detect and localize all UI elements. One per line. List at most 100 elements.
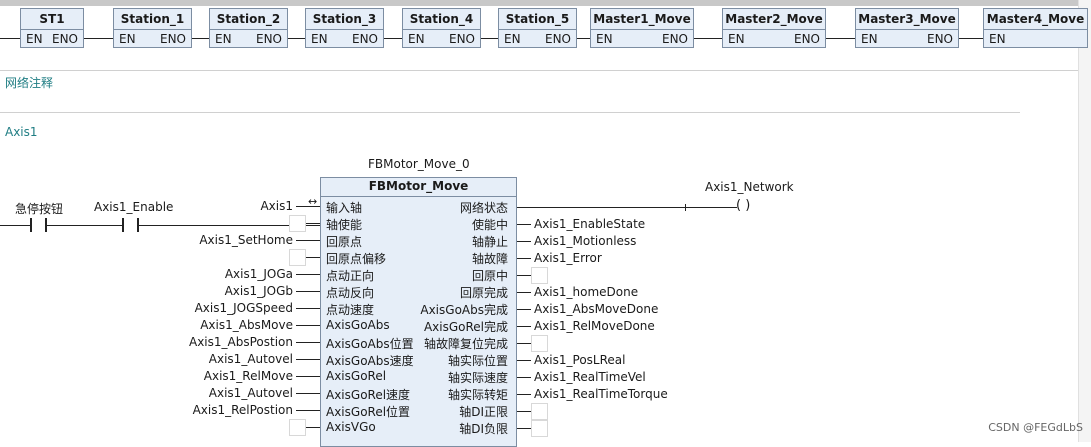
top-block-title: ST1 — [39, 12, 65, 26]
fb-input-variable[interactable]: Axis1_AbsPostion — [189, 335, 293, 349]
top-block-5[interactable]: Station_5 EN ENO — [498, 8, 577, 48]
fb-input-variable[interactable]: Axis1_RelMove — [204, 369, 293, 383]
network-divider — [0, 70, 1078, 71]
top-block-separator — [210, 29, 287, 30]
network-status-wire — [517, 207, 737, 208]
eno-pin: ENO — [448, 32, 475, 46]
fb-input-pin: 轴使能 — [326, 218, 363, 232]
top-block-separator — [21, 29, 83, 30]
eno-pin: ENO — [255, 32, 282, 46]
fb-output-pin: 回原完成 — [459, 286, 508, 300]
fb-output-variable[interactable]: Axis1_Error — [534, 251, 602, 265]
fb-input-variable[interactable]: Axis1_JOGa — [225, 267, 293, 281]
fb-output-variable[interactable]: Axis1_RelMoveDone — [534, 319, 655, 333]
top-scroll-edge — [0, 0, 1091, 6]
eno-pin: ENO — [544, 32, 571, 46]
empty-input-slot[interactable] — [289, 249, 306, 266]
fb-input-pin: 回原点偏移 — [326, 252, 387, 266]
top-block-2[interactable]: Station_2 EN ENO — [209, 8, 288, 48]
vertical-scrollbar[interactable] — [1078, 0, 1091, 442]
en-pin: EN — [861, 32, 878, 46]
fb-input-pin: AxisGoRel速度 — [326, 388, 411, 402]
top-block-separator — [856, 29, 958, 30]
top-block-7[interactable]: Master2_Move EN ENO — [722, 8, 826, 48]
empty-output-slot[interactable] — [531, 335, 548, 352]
network-coil[interactable]: ( ) — [736, 198, 750, 213]
fb-input-variable[interactable]: Axis1_Autovel — [209, 386, 293, 400]
fb-input-wire — [296, 393, 320, 394]
fb-output-wire — [517, 292, 531, 293]
empty-input-slot[interactable] — [289, 215, 306, 232]
fb-input-pin: 点动正向 — [326, 269, 375, 283]
top-block-4[interactable]: Station_4 EN ENO — [402, 8, 481, 48]
fb-input-variable[interactable]: Axis1_JOGSpeed — [195, 301, 293, 315]
fb-output-variable[interactable]: Axis1_RealTimeTorque — [534, 387, 668, 401]
fb-input-variable[interactable]: Axis1_SetHome — [199, 233, 293, 247]
fb-input-pin: AxisVGo — [326, 420, 376, 434]
empty-output-slot[interactable] — [531, 420, 548, 437]
fb-output-variable[interactable]: Axis1_AbsMoveDone — [534, 302, 658, 316]
network-title[interactable]: Axis1 — [5, 125, 38, 139]
fb-input-wire — [296, 325, 320, 326]
fb-input-variable[interactable]: Axis1_JOGb — [225, 284, 293, 298]
en-pin: EN — [728, 32, 745, 46]
fb-output-wire — [517, 377, 531, 378]
fb-input-wire — [296, 376, 320, 377]
top-block-6[interactable]: Master1_Move EN ENO — [590, 8, 694, 48]
fb-input-wire — [296, 274, 320, 275]
fb-output-variable[interactable]: Axis1_EnableState — [534, 217, 645, 231]
fb-input-pin: AxisGoAbs速度 — [326, 354, 414, 368]
empty-output-slot[interactable] — [531, 267, 548, 284]
fb-input-pin: 输入轴 — [326, 201, 363, 215]
fb-input-variable[interactable]: Axis1_RelPostion — [193, 403, 293, 417]
top-block-separator — [306, 29, 383, 30]
fb-input-wire — [296, 308, 320, 309]
top-block-8[interactable]: Master3_Move EN ENO — [855, 8, 959, 48]
top-block-separator — [114, 29, 191, 30]
fb-output-pin: 回原中 — [471, 269, 508, 283]
top-block-1[interactable]: Station_1 EN ENO — [113, 8, 192, 48]
empty-input-slot[interactable] — [289, 419, 306, 436]
fb-output-variable[interactable]: Axis1_Motionless — [534, 234, 636, 248]
coil-label: Axis1_Network — [705, 180, 794, 194]
en-pin: EN — [26, 32, 43, 46]
eno-pin: ENO — [661, 32, 688, 46]
estop-contact-label: 急停按钮 — [15, 202, 64, 216]
top-block-title: Master2_Move — [725, 12, 823, 26]
fb-input-variable[interactable]: Axis1 — [260, 199, 293, 213]
fb-output-variable[interactable]: Axis1_PosLReal — [534, 353, 626, 367]
fb-output-pin: 轴静止 — [471, 235, 508, 249]
fb-output-pin: 轴实际速度 — [447, 371, 508, 385]
fb-output-pin: 轴实际位置 — [447, 354, 508, 368]
enable-contact-label: Axis1_Enable — [94, 200, 174, 214]
top-block-title: Station_5 — [505, 12, 570, 26]
fb-output-wire — [517, 394, 531, 395]
en-pin: EN — [119, 32, 136, 46]
eno-pin: ENO — [793, 32, 820, 46]
fb-input-pin: 点动反向 — [326, 286, 375, 300]
en-pin: EN — [989, 32, 1006, 46]
fb-instance-name[interactable]: FBMotor_Move_0 — [368, 157, 470, 171]
fb-input-wire — [296, 291, 320, 292]
network-comment[interactable]: 网络注释 — [5, 74, 53, 91]
top-block-separator — [403, 29, 480, 30]
fb-input-variable[interactable]: Axis1_AbsMove — [200, 318, 293, 332]
fb-output-pin: 轴DI负限 — [459, 422, 508, 436]
fb-input-pin: AxisGoRel位置 — [326, 405, 411, 419]
top-block-9[interactable]: Master4_Move EN — [983, 8, 1088, 48]
top-block-separator — [723, 29, 825, 30]
top-block-3[interactable]: Station_3 EN ENO — [305, 8, 384, 48]
fb-output-wire — [517, 411, 531, 412]
eno-pin: ENO — [926, 32, 953, 46]
fb-input-wire — [296, 342, 320, 343]
en-pin: EN — [408, 32, 425, 46]
fb-output-pin: 轴实际转矩 — [447, 388, 508, 402]
fb-input-wire — [296, 410, 320, 411]
fbmotor-move-block[interactable]: FBMotor_Move 输入轴 轴使能 回原点 回原点偏移 点动正向 点动反向 点动速度 A… — [320, 177, 517, 447]
top-block-0[interactable]: ST1 EN ENO — [20, 8, 84, 48]
empty-output-slot[interactable] — [531, 403, 548, 420]
fb-input-variable[interactable]: Axis1_Autovel — [209, 352, 293, 366]
fb-output-variable[interactable]: Axis1_homeDone — [534, 285, 638, 299]
eno-pin: ENO — [51, 32, 78, 46]
fb-output-variable[interactable]: Axis1_RealTimeVel — [534, 370, 646, 384]
